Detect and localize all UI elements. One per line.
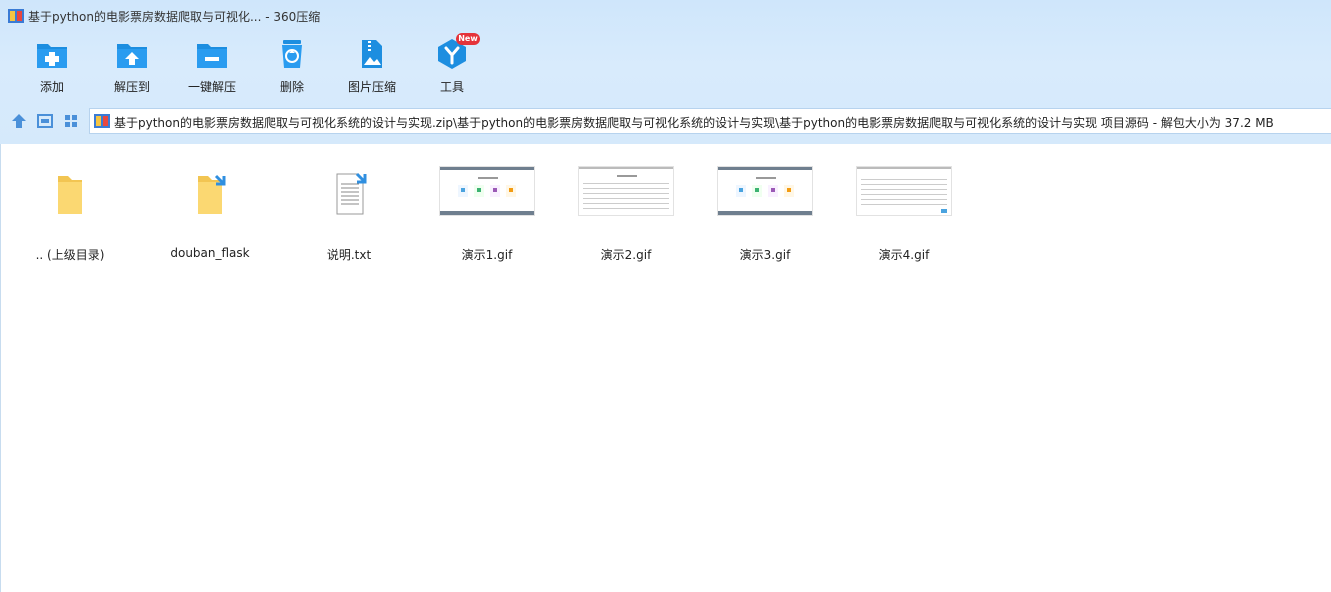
table-preview-icon <box>583 175 669 209</box>
tools-button[interactable]: 工具 <box>412 38 492 98</box>
dashboard-preview-icon <box>458 177 516 197</box>
delete-button[interactable]: 删除 <box>252 38 332 98</box>
file-name: .. (上级目录) <box>35 248 105 262</box>
extract-to-button[interactable]: 解压到 <box>92 38 172 98</box>
title-bar: 基于python的电影票房数据爬取与可视化... - 360压缩 <box>0 0 1331 30</box>
image-compress-icon <box>362 40 382 68</box>
text-file-icon <box>336 172 367 215</box>
file-name: 演示4.gif <box>878 248 930 262</box>
folder-shortcut-icon <box>198 174 226 214</box>
file-name: 演示3.gif <box>739 248 791 262</box>
table-preview-icon <box>861 179 947 213</box>
add-icon <box>37 44 67 68</box>
window-title: 基于python的电影票房数据爬取与可视化... - 360压缩 <box>28 10 321 24</box>
file-item-demo3-gif[interactable]: 演示3.gif <box>700 160 830 270</box>
add-button[interactable]: 添加 <box>12 38 92 98</box>
dashboard-preview-icon <box>736 177 794 197</box>
file-item-parent-folder[interactable]: .. (上级目录) <box>5 160 135 270</box>
file-item-demo2-gif[interactable]: 演示2.gif <box>561 160 691 270</box>
gif-thumbnail <box>578 166 674 216</box>
one-click-extract-label: 一键解压 <box>187 80 236 94</box>
file-item-readme-txt[interactable]: 说明.txt <box>284 160 414 270</box>
file-name: 说明.txt <box>326 248 372 262</box>
extract-to-icon <box>117 44 147 68</box>
address-bar[interactable]: 基于python的电影票房数据爬取与可视化系统的设计与实现.zip\基于pyth… <box>89 108 1331 134</box>
one-click-extract-button[interactable]: 一键解压 <box>172 38 252 98</box>
file-item-demo4-gif[interactable]: 演示4.gif <box>839 160 969 270</box>
delete-label: 删除 <box>279 80 304 94</box>
file-name: 演示1.gif <box>461 248 513 262</box>
gif-thumbnail <box>717 166 813 216</box>
archive-app-icon <box>8 9 24 23</box>
folder-icon <box>58 176 82 214</box>
one-click-extract-icon <box>197 44 227 68</box>
view-thumbnails-icon[interactable] <box>62 112 80 130</box>
delete-icon <box>282 40 302 68</box>
file-item-douban-flask[interactable]: douban_flask <box>145 160 275 270</box>
new-badge: New <box>456 33 480 45</box>
image-compress-button[interactable]: 图片压缩 <box>332 38 412 98</box>
gif-thumbnail <box>439 166 535 216</box>
view-details-icon[interactable] <box>36 112 54 130</box>
address-path: 基于python的电影票房数据爬取与可视化系统的设计与实现.zip\基于pyth… <box>114 116 1274 130</box>
content-border <box>0 144 1 592</box>
tools-label: 工具 <box>439 80 464 94</box>
archive-folder-icon <box>94 114 110 128</box>
extract-to-label: 解压到 <box>113 80 150 94</box>
header: 基于python的电影票房数据爬取与可视化... - 360压缩 添加 解压到 … <box>0 0 1331 144</box>
add-label: 添加 <box>39 80 64 94</box>
gif-thumbnail <box>856 166 952 216</box>
file-name: douban_flask <box>170 246 250 260</box>
up-arrow-icon[interactable] <box>10 112 28 130</box>
file-item-demo1-gif[interactable]: 演示1.gif <box>422 160 552 270</box>
file-name: 演示2.gif <box>600 248 652 262</box>
image-compress-label: 图片压缩 <box>347 80 396 94</box>
